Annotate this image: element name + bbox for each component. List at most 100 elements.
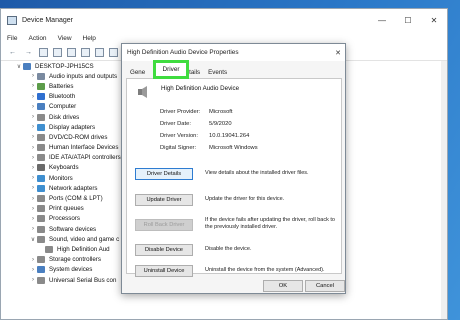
tree-item-label: DVD/CD-ROM drives	[49, 133, 108, 141]
roll-back-driver-button[interactable]: Roll Back Driver	[135, 219, 193, 231]
device-category-icon	[37, 276, 45, 284]
tree-item-label: Storage controllers	[49, 256, 101, 264]
prop-digital-signer: Digital Signer: Microsoft Windows	[160, 145, 258, 151]
device-category-icon	[37, 266, 45, 274]
device-category-icon	[37, 103, 45, 111]
tree-item-label: System devices	[49, 266, 93, 274]
device-category-icon	[37, 123, 45, 131]
chevron-right-icon[interactable]: ›	[29, 94, 37, 100]
device-category-icon	[37, 113, 45, 121]
device-category-icon	[37, 195, 45, 203]
prop-key: Driver Date:	[160, 121, 191, 127]
device-category-icon	[37, 154, 45, 162]
chevron-right-icon[interactable]: ›	[29, 145, 37, 151]
tree-item-label: Display adapters	[49, 123, 96, 131]
menu-action[interactable]: Action	[28, 35, 46, 42]
device-category-icon	[37, 215, 45, 223]
device-category-icon	[37, 82, 45, 90]
tree-item-label: High Definition Aud	[57, 245, 110, 253]
tree-item-label: Monitors	[49, 174, 73, 182]
chevron-right-icon[interactable]: ›	[29, 83, 37, 89]
chevron-right-icon[interactable]: ›	[29, 216, 37, 222]
tree-item-label: Software devices	[49, 225, 97, 233]
chevron-right-icon[interactable]: ›	[29, 73, 37, 79]
device-category-icon	[37, 256, 45, 264]
chevron-down-icon[interactable]: ∨	[15, 63, 23, 70]
update-driver-icon[interactable]	[109, 48, 118, 57]
driver-panel: High Definition Audio Device Driver Prov…	[126, 78, 342, 277]
disable-device-button[interactable]: Disable Device	[135, 244, 193, 256]
help-icon[interactable]	[67, 48, 76, 57]
chevron-right-icon[interactable]: ›	[29, 257, 37, 263]
tree-item-label: Processors	[49, 215, 80, 223]
tree-item-label: Human Interface Devices	[49, 144, 119, 152]
menu-file[interactable]: File	[7, 35, 17, 42]
device-category-icon	[45, 245, 53, 253]
update-driver-button[interactable]: Update Driver	[135, 194, 193, 206]
back-arrow-icon[interactable]: ←	[7, 47, 18, 58]
chevron-down-icon[interactable]: ∨	[29, 236, 37, 243]
monitor-icon[interactable]	[95, 48, 104, 57]
view-icon[interactable]	[39, 48, 48, 57]
prop-value: Microsoft	[209, 109, 233, 115]
prop-driver-provider: Driver Provider: Microsoft	[160, 109, 233, 115]
properties-dialog: High Definition Audio Device Properties …	[121, 43, 346, 294]
chevron-right-icon[interactable]: ›	[29, 124, 37, 130]
chevron-right-icon[interactable]: ›	[29, 196, 37, 202]
chevron-right-icon[interactable]: ›	[29, 206, 37, 212]
menu-view[interactable]: View	[58, 35, 72, 42]
tab-driver[interactable]: Driver	[153, 60, 189, 79]
prop-driver-version: Driver Version: 10.0.19041.264	[160, 133, 249, 139]
uninstall-device-button[interactable]: Uninstall Device	[135, 265, 193, 277]
driver-details-desc: View details about the installed driver …	[205, 170, 309, 176]
chevron-right-icon[interactable]: ›	[29, 155, 37, 161]
driver-details-button[interactable]: Driver Details	[135, 168, 193, 180]
tree-item-label: Batteries	[49, 82, 74, 90]
device-category-icon	[37, 133, 45, 141]
window-titlebar: Device Manager — ☐ ✕	[1, 9, 447, 31]
chevron-right-icon[interactable]: ›	[29, 277, 37, 283]
chevron-right-icon[interactable]: ›	[29, 185, 37, 191]
device-manager-icon	[7, 15, 17, 25]
device-category-icon	[37, 93, 45, 101]
tree-item-label: Sound, video and game c	[49, 235, 120, 243]
tab-general[interactable]: Gene	[126, 67, 149, 78]
forward-arrow-icon[interactable]: →	[23, 47, 34, 58]
device-category-icon	[37, 235, 45, 243]
prop-key: Driver Version:	[160, 133, 199, 139]
device-name: High Definition Audio Device	[161, 85, 240, 92]
cancel-button[interactable]: Cancel	[305, 280, 345, 292]
device-category-icon	[37, 225, 45, 233]
chevron-right-icon[interactable]: ›	[29, 267, 37, 273]
chevron-right-icon[interactable]: ›	[29, 165, 37, 171]
tree-item-label: Keyboards	[49, 164, 79, 172]
tab-events[interactable]: Events	[204, 67, 231, 78]
chevron-right-icon[interactable]: ›	[29, 175, 37, 181]
dialog-close-button[interactable]: ✕	[331, 49, 345, 57]
computer-icon	[23, 62, 31, 70]
chevron-right-icon[interactable]: ›	[29, 114, 37, 120]
ok-button[interactable]: OK	[263, 280, 303, 292]
chevron-right-icon[interactable]: ›	[29, 226, 37, 232]
properties-icon[interactable]	[53, 48, 62, 57]
tree-root-label: DESKTOP-JPH15CS	[35, 62, 94, 70]
chevron-right-icon[interactable]: ›	[29, 104, 37, 110]
menu-help[interactable]: Help	[83, 35, 96, 42]
prop-value: 5/9/2020	[209, 121, 232, 127]
dialog-title: High Definition Audio Device Properties	[127, 49, 239, 56]
minimize-button[interactable]: —	[369, 9, 395, 31]
tree-item-label: Network adapters	[49, 184, 98, 192]
roll-back-driver-desc: If the device fails after updating the d…	[205, 217, 335, 230]
close-button[interactable]: ✕	[421, 9, 447, 31]
scrollbar[interactable]	[441, 61, 447, 319]
tree-item-label: Bluetooth	[49, 93, 76, 101]
tree-item-label: Computer	[49, 103, 77, 111]
prop-driver-date: Driver Date: 5/9/2020	[160, 121, 232, 127]
scan-icon[interactable]	[81, 48, 90, 57]
chevron-right-icon[interactable]: ›	[29, 134, 37, 140]
maximize-button[interactable]: ☐	[395, 9, 421, 31]
window-title: Device Manager	[22, 16, 73, 24]
uninstall-device-desc: Uninstall the device from the system (Ad…	[205, 267, 325, 273]
tree-item-label: Disk drives	[49, 113, 80, 121]
tree-item-label: IDE ATA/ATAPI controllers	[49, 154, 121, 162]
